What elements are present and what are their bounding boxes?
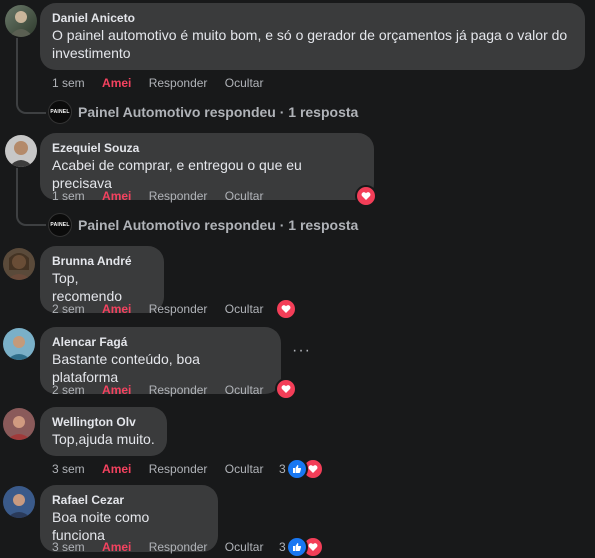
user-avatar-icon (7, 494, 31, 518)
heart-reaction-icon[interactable] (355, 185, 377, 207)
comment-bubble: Wellington Olv Top,ajuda muito. (40, 407, 167, 456)
reply-button[interactable]: Responder (149, 75, 208, 91)
comment-bubble: Daniel Aniceto O painel automotivo é mui… (40, 3, 585, 70)
love-button[interactable]: Amei (102, 188, 131, 204)
replies-link-text[interactable]: Painel Automotivo respondeu · 1 resposta (78, 104, 358, 120)
love-button[interactable]: Amei (102, 382, 131, 398)
comment-time[interactable]: 3 sem (52, 461, 85, 477)
comment-time[interactable]: 1 sem (52, 75, 85, 91)
hide-button[interactable]: Ocultar (225, 188, 264, 204)
comment-text: Top, recomendo (52, 270, 123, 304)
avatar[interactable] (5, 135, 37, 167)
comment-actions: 2 sem Amei Responder Ocultar (52, 382, 277, 398)
comment-actions: 3 sem Amei Responder Ocultar (52, 461, 277, 477)
comment-author[interactable]: Rafael Cezar (52, 492, 206, 508)
hide-button[interactable]: Ocultar (225, 301, 264, 317)
reaction-count[interactable]: 3 (279, 539, 286, 555)
reply-button[interactable]: Responder (149, 382, 208, 398)
comment-author[interactable]: Alencar Fagá (52, 334, 269, 350)
comment-text: O painel automotivo é muito bom, e só o … (52, 27, 568, 61)
avatar[interactable] (3, 248, 35, 280)
user-avatar-icon (7, 416, 31, 440)
love-button[interactable]: Amei (102, 75, 131, 91)
comment-time[interactable]: 2 sem (52, 382, 85, 398)
comment-actions: 1 sem Amei Responder Ocultar (52, 188, 277, 204)
hide-button[interactable]: Ocultar (225, 382, 264, 398)
replies-link-text[interactable]: Painel Automotivo respondeu · 1 resposta (78, 217, 358, 233)
comment-time[interactable]: 1 sem (52, 188, 85, 204)
hide-button[interactable]: Ocultar (225, 75, 264, 91)
comment-time[interactable]: 3 sem (52, 539, 85, 555)
painel-logo-icon: PAINEL (48, 213, 72, 237)
more-options-button[interactable]: ··· (292, 343, 311, 359)
user-avatar-icon (7, 336, 31, 360)
reply-button[interactable]: Responder (149, 539, 208, 555)
avatar[interactable] (3, 408, 35, 440)
user-avatar-icon (9, 141, 33, 167)
hide-button[interactable]: Ocultar (225, 461, 264, 477)
user-avatar-icon (7, 253, 31, 280)
avatar[interactable] (3, 328, 35, 360)
reaction-count[interactable]: 3 (279, 461, 286, 477)
heart-reaction-icon[interactable] (275, 298, 297, 320)
like-reaction-icon[interactable] (286, 458, 308, 480)
reply-button[interactable]: Responder (149, 301, 208, 317)
love-button[interactable]: Amei (102, 301, 131, 317)
reply-button[interactable]: Responder (149, 188, 208, 204)
comment-author[interactable]: Wellington Olv (52, 414, 155, 430)
love-button[interactable]: Amei (102, 461, 131, 477)
replies-link[interactable]: PAINEL Painel Automotivo respondeu · 1 r… (48, 100, 358, 124)
comment-actions: 3 sem Amei Responder Ocultar (52, 539, 277, 555)
comment-actions: 2 sem Amei Responder Ocultar (52, 301, 277, 317)
user-avatar-icon (9, 11, 33, 37)
comment-text: Top,ajuda muito. (52, 431, 155, 447)
painel-logo-icon: PAINEL (48, 100, 72, 124)
avatar[interactable] (3, 486, 35, 518)
heart-reaction-icon[interactable] (275, 378, 297, 400)
comment-author[interactable]: Daniel Aniceto (52, 10, 573, 26)
love-button[interactable]: Amei (102, 539, 131, 555)
comment-author[interactable]: Ezequiel Souza (52, 140, 362, 156)
thread-line (16, 168, 46, 226)
hide-button[interactable]: Ocultar (225, 539, 264, 555)
thread-line (16, 38, 46, 114)
comment-text: Acabei de comprar, e entregou o que eu p… (52, 157, 302, 191)
comment-time[interactable]: 2 sem (52, 301, 85, 317)
comment-text: Bastante conteúdo, boa plataforma (52, 351, 200, 385)
replies-link[interactable]: PAINEL Painel Automotivo respondeu · 1 r… (48, 213, 358, 237)
reply-button[interactable]: Responder (149, 461, 208, 477)
comment-actions: 1 sem Amei Responder Ocultar (52, 75, 277, 91)
like-reaction-icon[interactable] (286, 536, 308, 558)
comment-author[interactable]: Brunna André (52, 253, 152, 269)
avatar[interactable] (5, 5, 37, 37)
